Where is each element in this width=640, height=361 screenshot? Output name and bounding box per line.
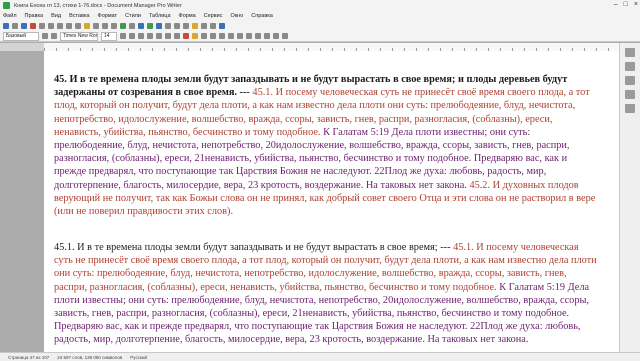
clear-formatting-icon[interactable]: [174, 33, 180, 39]
basic-shapes-icon[interactable]: [219, 22, 225, 29]
line-spacing-icon[interactable]: [255, 33, 261, 39]
spellcheck-icon[interactable]: [120, 22, 126, 29]
save-icon[interactable]: [21, 22, 27, 29]
font-size-select[interactable]: 14: [101, 31, 117, 41]
menu-tools[interactable]: Сервис: [204, 13, 223, 19]
font-color-icon[interactable]: [183, 33, 189, 39]
paragraph-dialog-icon[interactable]: [282, 33, 288, 39]
numbering-icon[interactable]: [246, 33, 252, 39]
page-indicator[interactable]: Страница 47 из 107: [8, 355, 49, 360]
decrease-indent-icon[interactable]: [273, 33, 279, 39]
print-preview-icon[interactable]: [48, 22, 54, 29]
paragraph-verse-45-1: 45.1. И в те времена плоды земли будут з…: [54, 241, 599, 347]
insert-special-char-icon[interactable]: [174, 22, 180, 29]
menu-styles[interactable]: Стили: [125, 13, 141, 19]
word-count[interactable]: 24 597 слов, 138 080 символов: [57, 355, 122, 360]
insert-hyperlink-icon[interactable]: [183, 22, 189, 29]
insert-line-icon[interactable]: [210, 22, 216, 29]
underline-icon[interactable]: [138, 33, 144, 39]
increase-indent-icon[interactable]: [264, 33, 270, 39]
insert-image-icon[interactable]: [147, 22, 153, 29]
insert-textbox-icon[interactable]: [165, 22, 171, 29]
paragraph-style-select[interactable]: Базовый: [3, 31, 39, 41]
align-left-icon[interactable]: [201, 33, 207, 39]
verse-45-1-text: 45.1. И в те времена плоды земли будут з…: [54, 242, 451, 253]
menu-table[interactable]: Таблица: [149, 13, 171, 19]
new-style-icon[interactable]: [51, 33, 57, 39]
track-changes-icon[interactable]: [201, 22, 207, 29]
menu-form[interactable]: Форма: [179, 13, 196, 19]
superscript-icon[interactable]: [156, 33, 162, 39]
italic-icon[interactable]: [129, 33, 135, 39]
menu-format[interactable]: Формат: [98, 13, 118, 19]
menu-edit[interactable]: Правка: [25, 13, 44, 19]
menu-file[interactable]: Файл: [3, 13, 17, 19]
copy-icon[interactable]: [66, 22, 72, 29]
ruler-corner: [0, 43, 44, 51]
gallery-icon[interactable]: [625, 76, 635, 85]
new-document-icon[interactable]: [3, 22, 9, 29]
bullets-icon[interactable]: [237, 33, 243, 39]
styles-icon[interactable]: [625, 62, 635, 71]
clone-format-icon[interactable]: [84, 22, 90, 29]
subscript-icon[interactable]: [165, 33, 171, 39]
find-replace-icon[interactable]: [111, 22, 117, 29]
undo-icon[interactable]: [93, 22, 99, 29]
redo-icon[interactable]: [102, 22, 108, 29]
navigator-icon[interactable]: [625, 90, 635, 99]
menu-help[interactable]: Справка: [251, 13, 273, 19]
maximize-icon[interactable]: □: [624, 1, 628, 8]
window-controls: – □ ×: [614, 1, 638, 8]
properties-icon[interactable]: [625, 48, 635, 57]
menu-insert[interactable]: Вставка: [69, 13, 89, 19]
paragraph-verse-45: 45. И в те времена плоды земли будут зап…: [54, 73, 599, 218]
menu-bar: Файл Правка Вид Вставка Формат Стили Таб…: [0, 11, 640, 20]
align-right-icon[interactable]: [219, 33, 225, 39]
sidebar-deck: [619, 43, 640, 352]
export-pdf-icon[interactable]: [30, 22, 36, 29]
language-indicator[interactable]: Русский: [130, 355, 147, 360]
window-title: Книга Еноха гл 13, стихи 1-76.docx - Doc…: [14, 2, 182, 9]
page-icon[interactable]: [625, 104, 635, 113]
formatting-marks-icon[interactable]: [129, 22, 135, 29]
bold-icon[interactable]: [120, 33, 126, 39]
minimize-icon[interactable]: –: [614, 1, 618, 8]
insert-chart-icon[interactable]: [156, 22, 162, 29]
menu-window[interactable]: Окно: [231, 13, 244, 19]
update-style-icon[interactable]: [42, 33, 48, 39]
print-icon[interactable]: [39, 22, 45, 29]
cut-icon[interactable]: [57, 22, 63, 29]
menu-view[interactable]: Вид: [51, 13, 61, 19]
title-bar: Книга Еноха гл 13, стихи 1-76.docx - Doc…: [0, 0, 640, 11]
open-icon[interactable]: [12, 22, 18, 29]
insert-table-icon[interactable]: [138, 22, 144, 29]
close-icon[interactable]: ×: [634, 1, 638, 8]
strikethrough-icon[interactable]: [147, 33, 153, 39]
paste-icon[interactable]: [75, 22, 81, 29]
insert-comment-icon[interactable]: [192, 22, 198, 29]
align-center-icon[interactable]: [210, 33, 216, 39]
app-icon: [3, 2, 10, 9]
justify-icon[interactable]: [228, 33, 234, 39]
highlight-color-icon[interactable]: [192, 33, 198, 39]
standard-toolbar: [0, 20, 640, 31]
formatting-toolbar: Базовый Times New Roman 14: [0, 31, 640, 42]
document-page[interactable]: 45. И в те времена плоды земли будут зап…: [44, 51, 620, 352]
font-name-select[interactable]: Times New Roman: [60, 31, 98, 41]
